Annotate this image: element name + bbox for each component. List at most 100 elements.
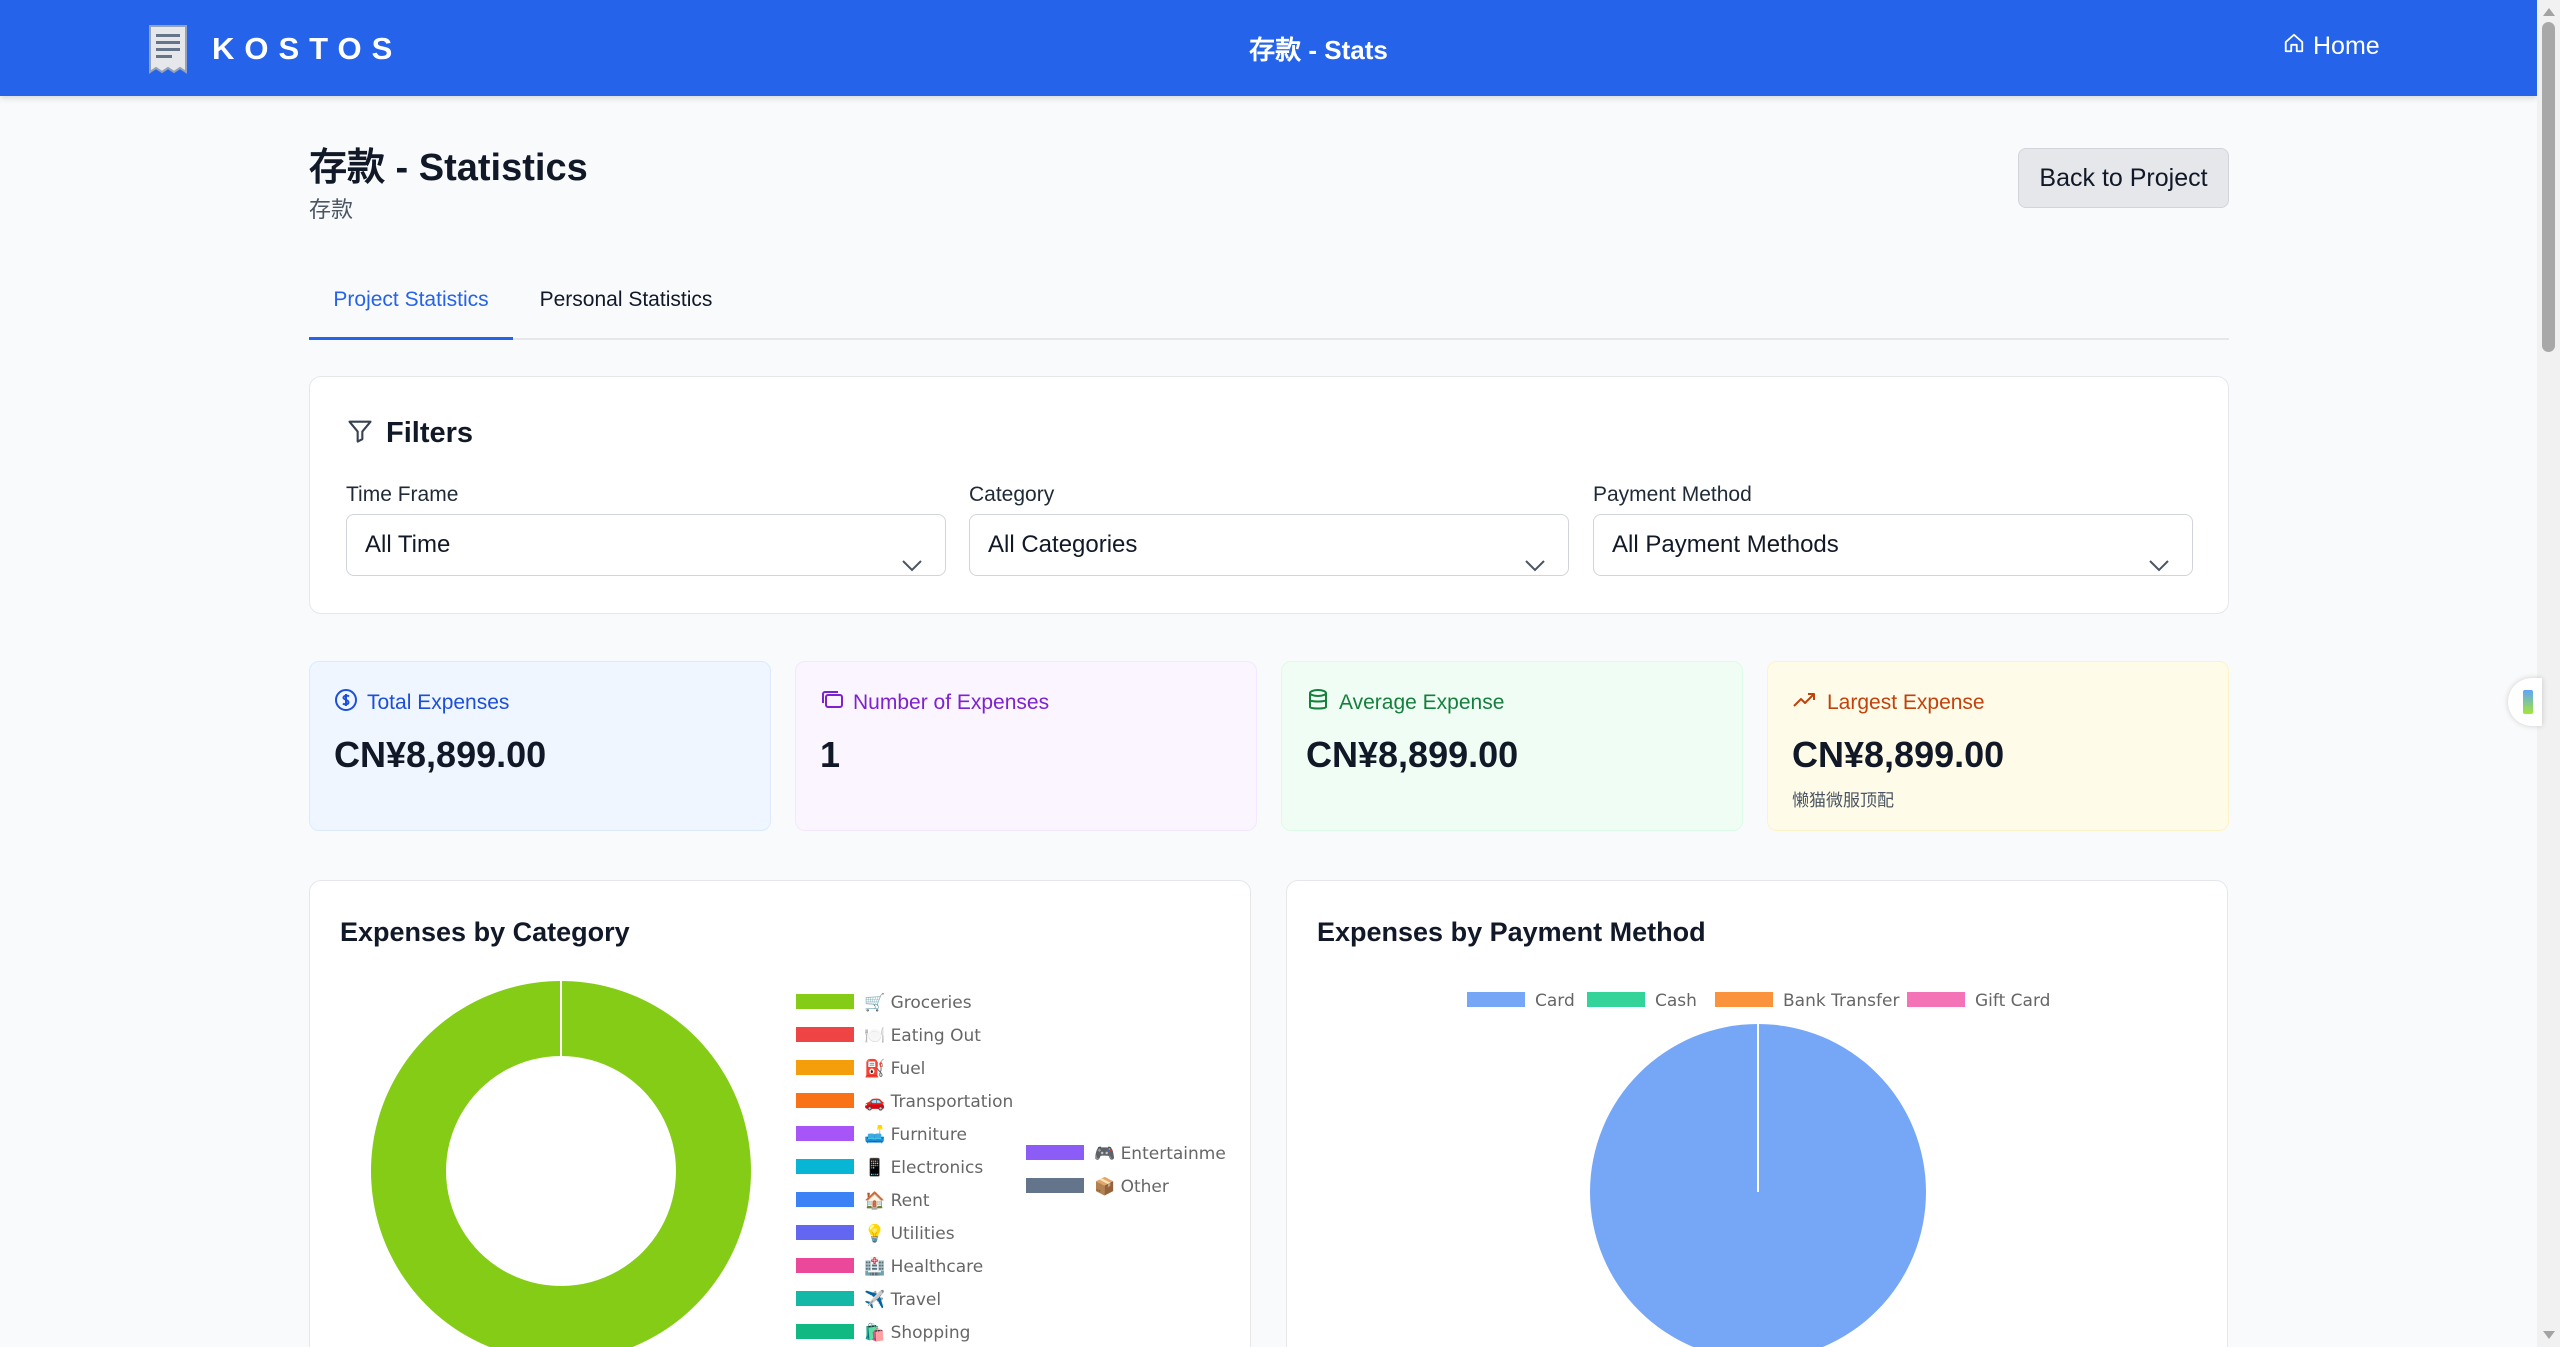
home-link[interactable]: Home bbox=[2283, 32, 2380, 61]
scroll-thumb[interactable] bbox=[2542, 22, 2555, 352]
legend-swatch bbox=[796, 1324, 854, 1339]
payment-method-label: Payment Method bbox=[1593, 483, 1752, 506]
legend-swatch bbox=[796, 1258, 854, 1273]
back-to-project-button[interactable]: Back to Project bbox=[2018, 148, 2229, 208]
legend-swatch bbox=[796, 1291, 854, 1306]
chevron-down-icon bbox=[1524, 536, 1546, 596]
legend-swatch bbox=[1715, 992, 1773, 1007]
legend-swatch bbox=[796, 1027, 854, 1042]
legend-item-eating-out[interactable]: 🍽️ Eating Out bbox=[796, 1026, 981, 1046]
payment-method-value: All Payment Methods bbox=[1612, 531, 1839, 558]
legend-label: 🏥 Healthcare bbox=[864, 1256, 983, 1277]
page-title: 存款 - Statistics bbox=[309, 147, 588, 189]
legend-label: 📱 Electronics bbox=[864, 1157, 983, 1178]
time-frame-select[interactable]: All Time bbox=[346, 514, 946, 576]
legend-label: 🍽️ Eating Out bbox=[864, 1026, 981, 1046]
legend-item-other[interactable]: 📦 Other bbox=[1026, 1176, 1169, 1197]
number-of-expenses-value: 1 bbox=[820, 734, 841, 775]
page-subtitle: 存款 bbox=[309, 197, 354, 222]
side-widget-tab[interactable] bbox=[2508, 678, 2542, 726]
legend-item-furniture[interactable]: 🛋️ Furniture bbox=[796, 1124, 967, 1145]
legend-swatch bbox=[1467, 992, 1525, 1007]
number-of-expenses-label: Number of Expenses bbox=[853, 691, 1050, 714]
legend-label: ✈️ Travel bbox=[864, 1289, 941, 1310]
tab-project-statistics[interactable]: Project Statistics bbox=[309, 272, 513, 340]
scroll-down-arrow-icon[interactable] bbox=[2543, 1331, 2555, 1339]
chevron-down-icon bbox=[2148, 536, 2170, 596]
legend-label: 💡 Utilities bbox=[864, 1223, 955, 1244]
filters-card: Filters Time Frame All Time Category All… bbox=[309, 376, 2229, 614]
legend-label: 🛍️ Shopping bbox=[864, 1322, 970, 1343]
category-value: All Categories bbox=[988, 531, 1138, 558]
payment-method-select[interactable]: All Payment Methods bbox=[1593, 514, 2193, 576]
legend-item-fuel[interactable]: ⛽ Fuel bbox=[796, 1058, 925, 1079]
average-expense-label: Average Expense bbox=[1339, 691, 1505, 714]
largest-expense-value: CN¥8,899.00 bbox=[1792, 734, 2005, 775]
legend-item-transportation[interactable]: 🚗 Transportation bbox=[796, 1092, 1013, 1112]
total-expenses-card: Total Expenses CN¥8,899.00 bbox=[309, 661, 771, 831]
legend-item-cash[interactable]: Cash bbox=[1587, 991, 1697, 1011]
page-scrollbar[interactable] bbox=[2537, 0, 2560, 1347]
legend-item-entertainme[interactable]: 🎮 Entertainme bbox=[1026, 1144, 1226, 1164]
legend-label: Cash bbox=[1655, 991, 1697, 1011]
largest-expense-description: 懒猫微服顶配 bbox=[1792, 791, 1894, 810]
legend-label: 🚗 Transportation bbox=[864, 1092, 1013, 1112]
expenses-by-category-card: Expenses by Category 🛒 Groceries 🍽️ Eatin… bbox=[309, 880, 1251, 1347]
time-frame-value: All Time bbox=[365, 531, 451, 558]
legend-label: 📦 Other bbox=[1094, 1176, 1169, 1197]
legend-swatch bbox=[796, 1159, 854, 1174]
legend-swatch bbox=[1026, 1178, 1084, 1193]
chevron-down-icon bbox=[901, 536, 923, 596]
number-of-expenses-card: Number of Expenses 1 bbox=[795, 661, 1257, 831]
receipts-icon bbox=[820, 688, 844, 718]
legend-label: 🏠 Rent bbox=[864, 1191, 930, 1211]
legend-swatch bbox=[796, 1225, 854, 1240]
largest-expense-label: Largest Expense bbox=[1827, 691, 1985, 714]
category-select[interactable]: All Categories bbox=[969, 514, 1569, 576]
category-label: Category bbox=[969, 483, 1055, 506]
trending-up-icon bbox=[1792, 688, 1818, 718]
legend-item-card[interactable]: Card bbox=[1467, 991, 1575, 1011]
legend-label: 🛒 Groceries bbox=[864, 992, 972, 1013]
legend-swatch bbox=[1587, 992, 1645, 1007]
expenses-by-payment-method-card: Expenses by Payment Method Card Cash Bank … bbox=[1286, 880, 2228, 1347]
legend-swatch bbox=[796, 1093, 854, 1108]
legend-label: Card bbox=[1535, 991, 1575, 1011]
legend-item-travel[interactable]: ✈️ Travel bbox=[796, 1289, 941, 1310]
legend-item-gift-card[interactable]: Gift Card bbox=[1907, 991, 2050, 1011]
legend-item-utilities[interactable]: 💡 Utilities bbox=[796, 1223, 955, 1244]
home-icon bbox=[2283, 32, 2305, 61]
stats-tabs: Project Statistics Personal Statistics bbox=[309, 272, 2229, 340]
dollar-circle-icon bbox=[334, 688, 358, 718]
largest-expense-card: Largest Expense CN¥8,899.00 懒猫微服顶配 bbox=[1767, 661, 2229, 831]
home-label: Home bbox=[2313, 32, 2380, 60]
total-expenses-label: Total Expenses bbox=[367, 691, 510, 714]
payment-pie-chart: Card Cash Bank Transfer Gift Card bbox=[1467, 991, 2050, 1347]
legend-item-shopping[interactable]: 🛍️ Shopping bbox=[796, 1322, 970, 1343]
legend-swatch bbox=[796, 994, 854, 1009]
scroll-up-arrow-icon[interactable] bbox=[2543, 8, 2555, 16]
legend-label: 🎮 Entertainme bbox=[1094, 1144, 1226, 1164]
navbar-title: 存款 - Stats bbox=[1249, 35, 1388, 65]
database-icon bbox=[1306, 688, 1330, 718]
legend-swatch bbox=[796, 1126, 854, 1141]
filter-icon bbox=[346, 417, 374, 450]
legend-item-groceries[interactable]: 🛒 Groceries bbox=[796, 992, 972, 1013]
legend-item-electronics[interactable]: 📱 Electronics bbox=[796, 1157, 983, 1178]
filters-title: Filters bbox=[386, 417, 474, 449]
legend-item-rent[interactable]: 🏠 Rent bbox=[796, 1191, 930, 1211]
widget-icon bbox=[2523, 690, 2533, 714]
legend-swatch bbox=[1026, 1145, 1084, 1160]
legend-item-bank-transfer[interactable]: Bank Transfer bbox=[1715, 991, 1899, 1011]
filters-header: Filters bbox=[346, 417, 473, 450]
category-donut-chart: 🛒 Groceries 🍽️ Eating Out ⛽ Fuel 🚗 Transpor… bbox=[370, 981, 1226, 1347]
total-expenses-value: CN¥8,899.00 bbox=[334, 734, 547, 775]
average-expense-card: Average Expense CN¥8,899.00 bbox=[1281, 661, 1743, 831]
top-navbar: KOSTOS 存款 - Stats Home bbox=[0, 0, 2537, 96]
legend-item-healthcare[interactable]: 🏥 Healthcare bbox=[796, 1256, 983, 1277]
legend-label: Bank Transfer bbox=[1783, 991, 1899, 1011]
tab-personal-statistics[interactable]: Personal Statistics bbox=[513, 272, 739, 340]
legend-label: ⛽ Fuel bbox=[864, 1058, 925, 1079]
legend-swatch bbox=[796, 1060, 854, 1075]
legend-swatch bbox=[1907, 992, 1965, 1007]
